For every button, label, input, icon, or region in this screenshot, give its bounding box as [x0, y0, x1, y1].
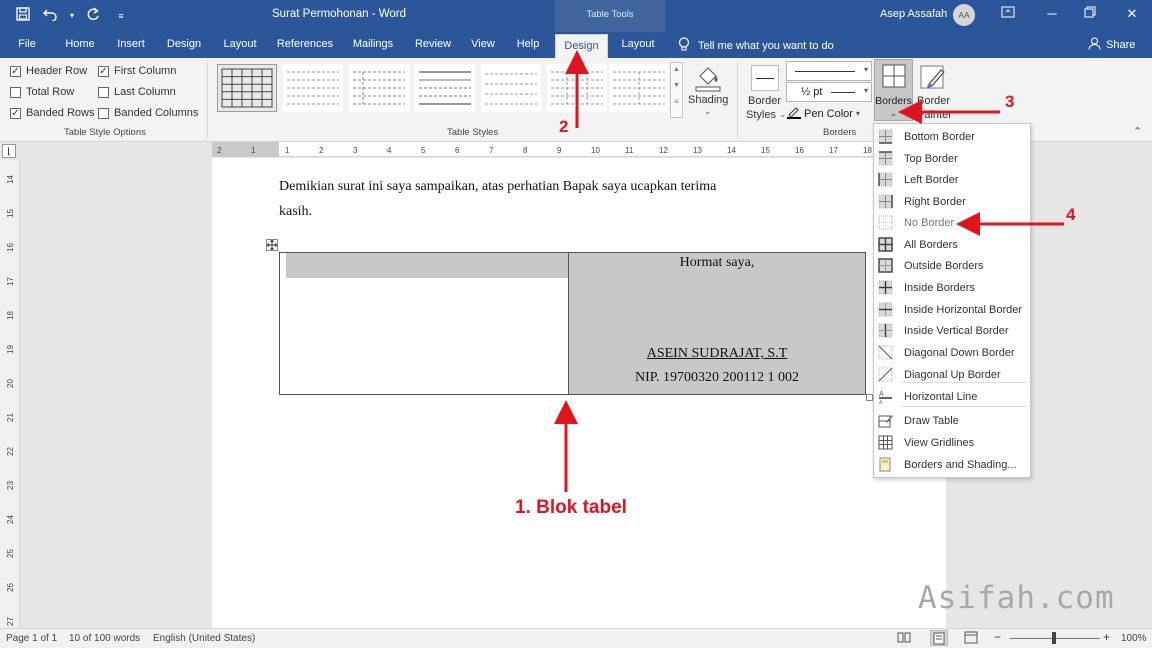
- word-count[interactable]: 10 of 100 words: [69, 633, 140, 644]
- zoom-out-icon[interactable]: −: [994, 630, 1001, 644]
- web-layout-icon[interactable]: [964, 631, 978, 647]
- annotation-arrows: [554, 50, 1064, 492]
- annotation-step-1: 1. Blok tabel: [515, 497, 627, 518]
- annotation-step-2: 2: [559, 117, 569, 136]
- status-bar: Page 1 of 1 10 of 100 words English (Uni…: [0, 628, 1152, 648]
- page-count[interactable]: Page 1 of 1: [6, 633, 57, 644]
- print-layout-icon[interactable]: [930, 630, 948, 646]
- annotation-step-4: 4: [1066, 205, 1076, 224]
- watermark: Asifah.com: [918, 580, 1115, 616]
- annotation-step-3: 3: [1005, 92, 1015, 111]
- zoom-slider-thumb[interactable]: [1052, 632, 1056, 644]
- zoom-in-icon[interactable]: +: [1103, 630, 1110, 644]
- language[interactable]: English (United States): [153, 633, 255, 644]
- read-mode-icon[interactable]: [897, 631, 911, 647]
- zoom-level[interactable]: 100%: [1121, 633, 1147, 644]
